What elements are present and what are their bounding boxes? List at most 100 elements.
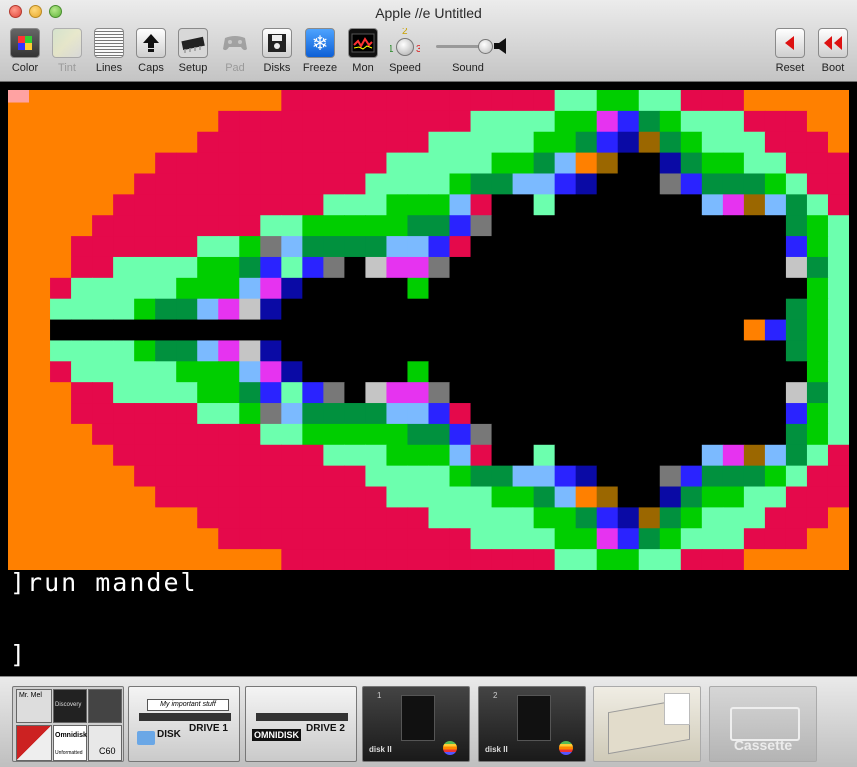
lores-pixel	[218, 423, 240, 446]
drive-2-slot	[256, 713, 348, 721]
printer[interactable]	[593, 686, 701, 762]
lores-pixel	[449, 507, 472, 529]
disk-ii-slot-2[interactable]: 2 disk II	[478, 686, 586, 762]
lores-pixel	[218, 131, 240, 154]
mon-button[interactable]: Mon	[340, 28, 386, 74]
lores-pixel	[386, 319, 409, 342]
tint-label: Tint	[58, 62, 76, 74]
cassette-tray[interactable]: Mr. Mel Discovery Omnidisk Unformatted C6…	[12, 686, 124, 762]
snowflake-icon: ❄	[305, 28, 335, 58]
lores-pixel	[407, 256, 430, 279]
lores-pixel	[764, 486, 787, 508]
lores-pixel	[722, 465, 745, 488]
tint-button[interactable]: Tint	[44, 28, 90, 74]
lores-pixel	[197, 403, 219, 425]
lores-pixel	[386, 549, 409, 570]
sound-slider-thumb[interactable]	[477, 39, 493, 54]
reset-button[interactable]: Reset	[767, 28, 813, 74]
drive-1[interactable]: My important stuff DISK DRIVE 1	[128, 686, 240, 762]
tape-unlabeled[interactable]	[88, 689, 122, 723]
lores-pixel	[365, 528, 388, 550]
lores-pixel	[8, 549, 30, 570]
lores-pixel	[92, 256, 114, 279]
freeze-button[interactable]: ❄ Freeze	[297, 28, 343, 74]
lores-pixel	[50, 403, 72, 425]
lores-pixel	[554, 403, 577, 425]
lores-pixel	[155, 277, 177, 300]
lores-pixel	[764, 256, 787, 279]
lores-pixel	[806, 319, 829, 342]
lores-pixel	[113, 361, 135, 383]
lores-pixel	[8, 215, 30, 237]
boot-button[interactable]: Boot	[810, 28, 856, 74]
lores-pixel	[617, 90, 640, 112]
lores-pixel	[302, 423, 324, 446]
lores-pixel	[596, 465, 619, 488]
lores-pixel	[449, 444, 472, 467]
lores-pixel	[554, 549, 577, 570]
lores-pixel	[743, 549, 766, 570]
lores-pixel	[743, 110, 766, 133]
disks-button[interactable]: Disks	[254, 28, 300, 74]
disk-ii-1-number: 1	[377, 691, 382, 700]
lores-pixel	[281, 173, 303, 195]
lores-pixel	[134, 110, 156, 133]
lores-pixel	[827, 423, 849, 446]
lores-pixel	[155, 403, 177, 425]
lores-pixel	[533, 361, 556, 383]
disk-red-stack[interactable]	[16, 725, 52, 761]
lores-pixel	[575, 528, 598, 550]
lores-pixel	[491, 486, 514, 508]
speed-button[interactable]: 1 2 3 Speed	[382, 28, 428, 74]
lores-pixel	[71, 528, 93, 550]
lores-pixel	[491, 110, 514, 133]
lores-pixel	[71, 444, 93, 467]
folder-icon	[137, 731, 155, 745]
lores-pixel	[533, 382, 556, 404]
lores-pixel	[260, 90, 282, 112]
tape-mr-mel[interactable]: Mr. Mel	[16, 689, 52, 723]
lores-pixel	[218, 277, 240, 300]
lores-pixel	[680, 319, 703, 342]
lores-pixel	[365, 256, 388, 279]
lores-pixel	[113, 423, 135, 446]
lores-pixel	[554, 131, 577, 154]
lores-pixel	[638, 131, 661, 154]
lores-pixel	[659, 319, 682, 342]
emulator-screen[interactable]: ]run mandel ]	[0, 82, 857, 676]
tape-c60[interactable]: C60	[88, 725, 122, 761]
disk-omnidisk[interactable]: Omnidisk Unformatted	[53, 725, 87, 761]
lores-pixel	[281, 382, 303, 404]
lores-pixel	[533, 152, 556, 175]
color-button[interactable]: Color	[2, 28, 48, 74]
lores-pixel	[239, 465, 261, 488]
lores-pixel	[407, 215, 430, 237]
lores-pixel	[344, 423, 367, 446]
lores-pixel	[470, 423, 493, 446]
lores-pixel	[764, 528, 787, 550]
drive-2[interactable]: OMNIDISK DRIVE 2	[245, 686, 357, 762]
lores-pixel	[113, 486, 135, 508]
lores-pixel	[176, 361, 198, 383]
lores-pixel	[365, 486, 388, 508]
setup-button[interactable]: Setup	[170, 28, 216, 74]
caps-button[interactable]: Caps	[128, 28, 174, 74]
tape-discovery[interactable]: Discovery	[53, 689, 87, 723]
disk-ii-slot-1[interactable]: 1 disk II	[362, 686, 470, 762]
lores-pixel	[764, 549, 787, 570]
lores-pixel	[386, 236, 409, 258]
lores-pixel	[680, 361, 703, 383]
lores-pixel	[638, 465, 661, 488]
lores-pixel	[407, 131, 430, 154]
lores-pixel	[785, 298, 808, 321]
mandelbrot-graphics	[8, 90, 849, 570]
lores-pixel	[764, 340, 787, 362]
pad-button[interactable]: Pad	[212, 28, 258, 74]
lores-pixel	[491, 194, 514, 216]
scanlines-icon	[94, 28, 124, 58]
lores-pixel	[29, 236, 51, 258]
lores-pixel	[29, 423, 51, 446]
lines-button[interactable]: Lines	[86, 28, 132, 74]
lores-pixel	[596, 528, 619, 550]
cassette-deck[interactable]: Cassette	[709, 686, 817, 762]
